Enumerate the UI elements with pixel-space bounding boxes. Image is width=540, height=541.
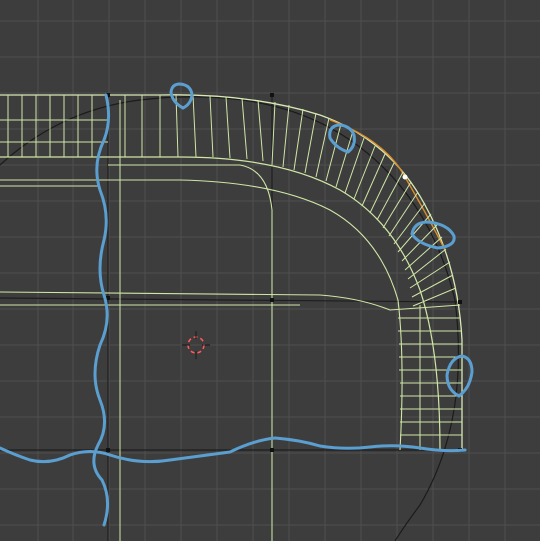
annotation-vertical-squiggle <box>92 93 111 527</box>
annotation-loop-right <box>445 354 474 398</box>
reference-circle <box>0 96 459 541</box>
mesh-base-edges <box>0 95 461 541</box>
viewport-grid <box>0 0 540 541</box>
mesh-top-ribs <box>0 94 264 162</box>
inner-corner-curve <box>108 164 273 541</box>
3d-viewport[interactable] <box>0 0 540 541</box>
selected-vertex[interactable] <box>402 174 408 180</box>
mesh-corner-ribs <box>271 101 457 307</box>
bevel-inner-curve-2 <box>0 179 403 451</box>
mesh-outer-boundary <box>0 94 463 450</box>
